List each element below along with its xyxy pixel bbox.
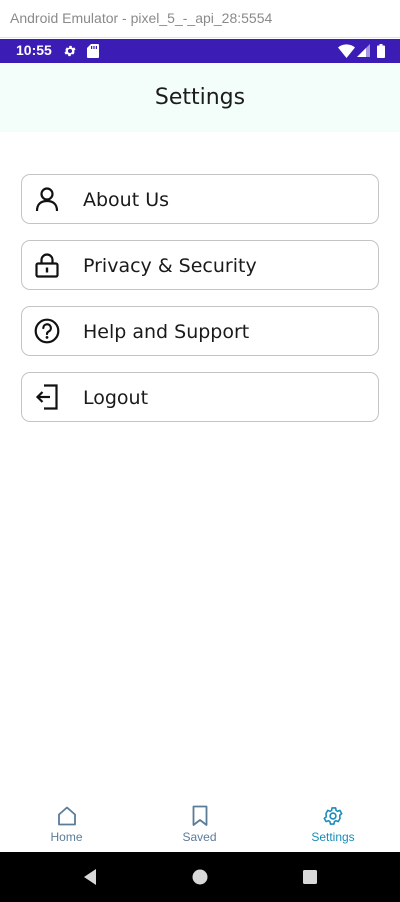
logout-icon — [35, 384, 58, 410]
signal-icon — [357, 44, 370, 57]
app-header: Settings — [0, 63, 400, 132]
menu-item-logout[interactable]: Logout — [21, 372, 379, 422]
menu-item-privacy-security[interactable]: Privacy & Security — [21, 240, 379, 290]
nav-saved[interactable]: Saved — [133, 796, 266, 852]
nav-settings[interactable]: Settings — [266, 796, 400, 852]
gear-icon — [323, 807, 343, 825]
recents-icon[interactable] — [300, 867, 320, 887]
menu-item-help-support[interactable]: Help and Support — [21, 306, 379, 356]
nav-label: Settings — [311, 830, 355, 844]
nav-label: Saved — [182, 830, 217, 844]
lock-icon — [35, 253, 59, 278]
menu-item-label: Logout — [83, 387, 149, 409]
battery-icon — [377, 44, 385, 58]
nav-home[interactable]: Home — [0, 796, 133, 852]
emulator-title: Android Emulator - pixel_5_-_api_28:5554 — [10, 10, 273, 26]
person-icon — [35, 187, 59, 212]
status-bar: 10:55 — [0, 39, 400, 63]
bookmark-icon — [192, 805, 207, 826]
system-navigation-bar — [0, 852, 400, 902]
emulator-title-bar: Android Emulator - pixel_5_-_api_28:5554 — [0, 0, 400, 38]
bottom-navigation: Home Saved Settings — [0, 796, 400, 852]
menu-item-label: About Us — [83, 189, 170, 211]
menu-item-about-us[interactable]: About Us — [21, 174, 379, 224]
status-time: 10:55 — [16, 42, 52, 58]
sd-card-icon — [87, 44, 99, 58]
back-icon[interactable] — [80, 867, 100, 887]
wifi-icon — [338, 44, 355, 58]
page-title: Settings — [154, 85, 246, 110]
question-circle-icon — [34, 318, 60, 344]
home-icon — [57, 806, 76, 826]
gear-icon — [64, 45, 76, 57]
nav-label: Home — [50, 830, 83, 844]
menu-item-label: Help and Support — [83, 321, 250, 343]
home-circle-icon[interactable] — [190, 867, 210, 887]
menu-item-label: Privacy & Security — [83, 255, 257, 277]
settings-menu-list: About Us Privacy & Security Help and Sup… — [21, 174, 379, 438]
